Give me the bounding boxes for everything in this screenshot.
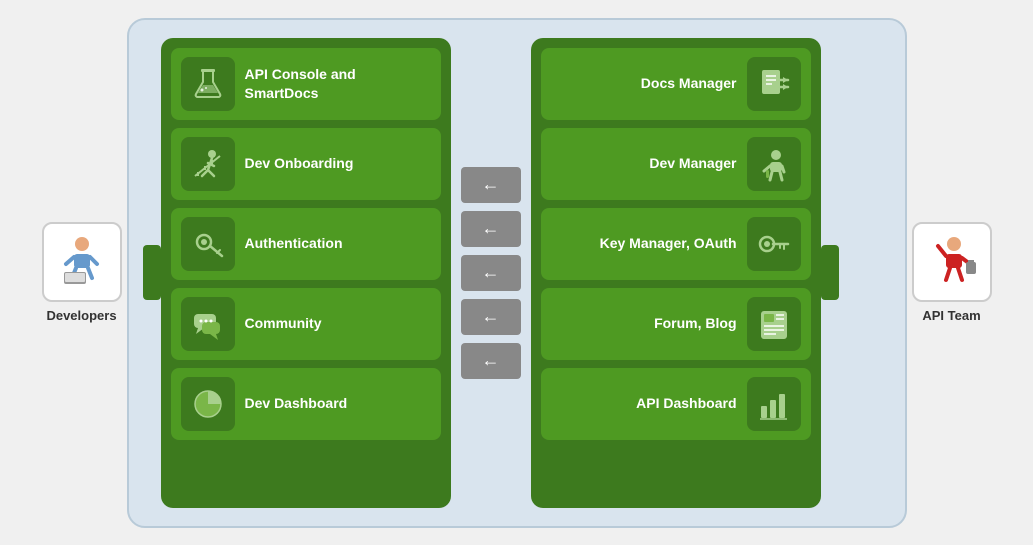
developers-label: Developers bbox=[46, 308, 116, 323]
right-panel: Docs Manager bbox=[531, 38, 821, 508]
api-console-row: API Console and SmartDocs bbox=[171, 48, 441, 120]
dev-manager-icon-box bbox=[747, 137, 801, 191]
left-panel: API Console and SmartDocs bbox=[161, 38, 451, 508]
diagram-container: Developers bbox=[0, 0, 1033, 545]
dev-manager-label: Dev Manager bbox=[551, 154, 737, 172]
api-dashboard-icon-box bbox=[747, 377, 801, 431]
outer-inner: API Console and SmartDocs bbox=[143, 38, 891, 508]
key-manager-icon-box bbox=[747, 217, 801, 271]
arrow-3: ← bbox=[461, 255, 521, 291]
forum-blog-label: Forum, Blog bbox=[551, 314, 737, 332]
forum-blog-icon-box bbox=[747, 297, 801, 351]
key-manager-row: Key Manager, OAuth bbox=[541, 208, 811, 280]
community-icon-box bbox=[181, 297, 235, 351]
api-team-label: API Team bbox=[922, 308, 980, 323]
developers-box bbox=[42, 222, 122, 302]
arrow-5: ← bbox=[461, 343, 521, 379]
pie-icon bbox=[190, 386, 226, 422]
chat-icon bbox=[190, 306, 226, 342]
authentication-icon-box bbox=[181, 217, 235, 271]
arrow-2: ← bbox=[461, 211, 521, 247]
dev-dashboard-label: Dev Dashboard bbox=[245, 394, 431, 412]
dev-dashboard-row: Dev Dashboard bbox=[171, 368, 441, 440]
community-row: Community bbox=[171, 288, 441, 360]
community-label: Community bbox=[245, 314, 431, 332]
forum-blog-row: Forum, Blog bbox=[541, 288, 811, 360]
dev-onboarding-icon-box bbox=[181, 137, 235, 191]
developer-icon bbox=[52, 232, 112, 292]
authentication-label: Authentication bbox=[245, 234, 431, 252]
developers-figure: Developers bbox=[37, 222, 127, 323]
arrow-4: ← bbox=[461, 299, 521, 335]
docs-icon bbox=[756, 66, 792, 102]
dev-onboarding-row: Dev Onboarding bbox=[171, 128, 441, 200]
api-console-label: API Console and SmartDocs bbox=[245, 65, 431, 101]
api-team-box bbox=[912, 222, 992, 302]
flask-icon bbox=[190, 66, 226, 102]
arrow-1: ← bbox=[461, 167, 521, 203]
dev-onboarding-label: Dev Onboarding bbox=[245, 154, 431, 172]
key2-icon bbox=[756, 226, 792, 262]
bar-chart-icon bbox=[756, 386, 792, 422]
key-icon bbox=[190, 226, 226, 262]
api-console-icon-box bbox=[181, 57, 235, 111]
left-side-strip bbox=[143, 245, 161, 300]
dev-dashboard-icon-box bbox=[181, 377, 235, 431]
escalator-icon bbox=[190, 146, 226, 182]
docs-manager-icon-box bbox=[747, 57, 801, 111]
right-side-strip bbox=[821, 245, 839, 300]
api-dashboard-label: API Dashboard bbox=[551, 394, 737, 412]
dev-manager-row: Dev Manager bbox=[541, 128, 811, 200]
docs-manager-row: Docs Manager bbox=[541, 48, 811, 120]
outer-box: API Console and SmartDocs bbox=[127, 18, 907, 528]
middle-arrows-col: ← ← ← ← ← bbox=[451, 38, 531, 508]
key-manager-label: Key Manager, OAuth bbox=[551, 234, 737, 252]
api-team-figure: API Team bbox=[907, 222, 997, 323]
blog-icon bbox=[756, 306, 792, 342]
docs-manager-label: Docs Manager bbox=[551, 74, 737, 92]
authentication-row: Authentication bbox=[171, 208, 441, 280]
api-team-icon bbox=[922, 232, 982, 292]
person-desk-icon bbox=[756, 146, 792, 182]
api-dashboard-row: API Dashboard bbox=[541, 368, 811, 440]
